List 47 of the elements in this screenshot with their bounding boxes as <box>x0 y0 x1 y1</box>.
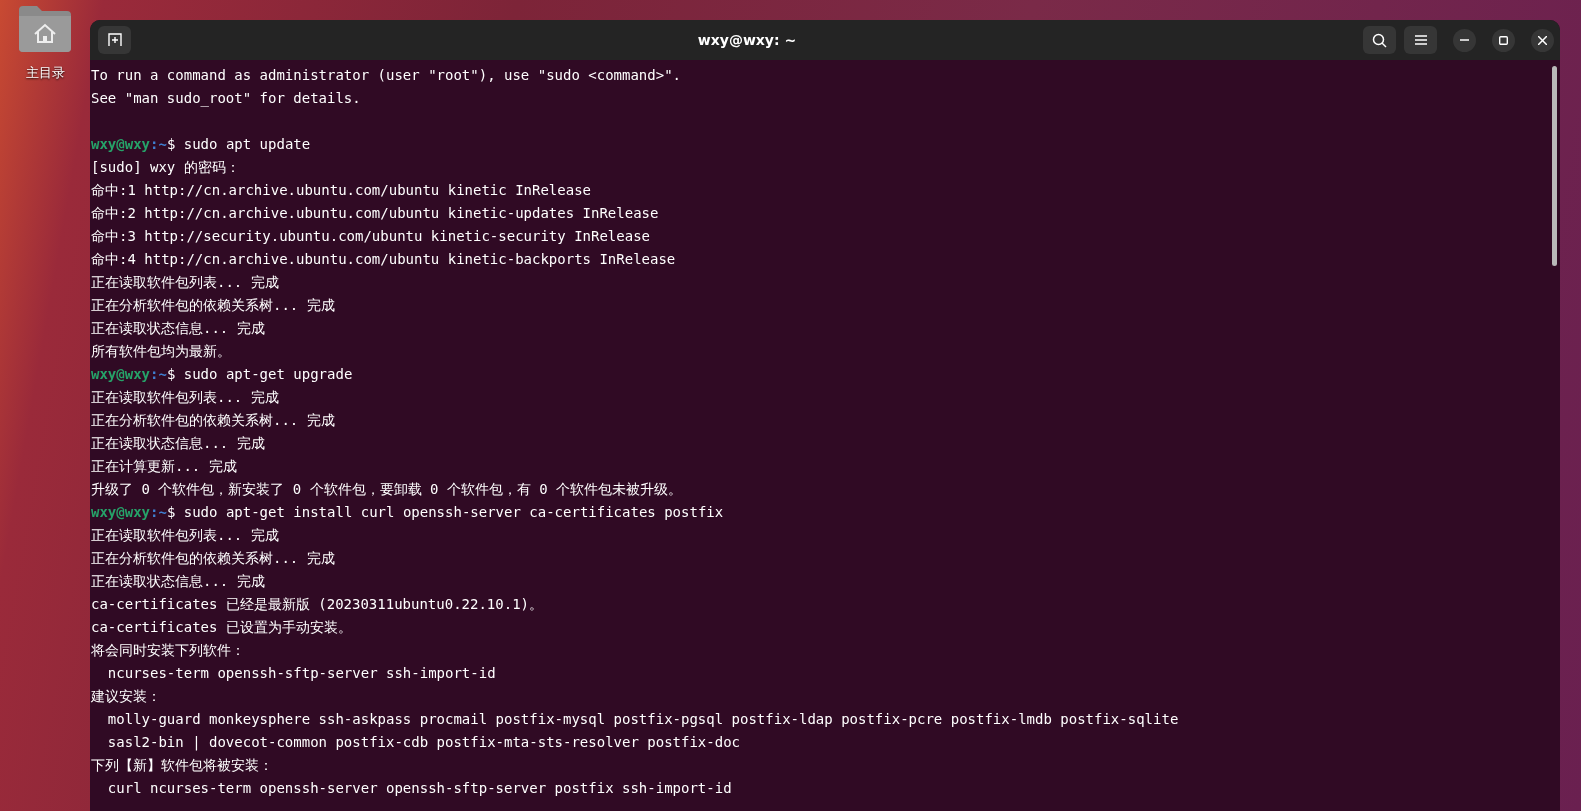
output-line: 正在分析软件包的依赖关系树... 完成 <box>91 411 336 430</box>
output-line: 正在读取状态信息... 完成 <box>91 572 266 591</box>
output-line: 建议安装： <box>91 687 162 706</box>
output-line: 命中:2 http://cn.archive.ubuntu.com/ubuntu kinetic-updates InRelease <box>91 204 660 223</box>
new-tab-button[interactable] <box>98 26 131 54</box>
home-folder-icon[interactable] <box>17 4 73 52</box>
maximize-button[interactable] <box>1492 28 1515 52</box>
output-line: ca-certificates 已经是最新版 (20230311ubuntu0.22.10.1)。 <box>91 595 544 614</box>
output-line: sasl2-bin | dovecot-common postfix-cdb postfix-mta-sts-resolver postfix-doc <box>106 733 741 753</box>
output-line: 命中:3 http://security.ubuntu.com/ubuntu kinetic-security InRelease <box>91 227 651 246</box>
menu-icon <box>1414 35 1427 45</box>
output-line: 命中:4 http://cn.archive.ubuntu.com/ubuntu kinetic-backports InRelease <box>91 250 677 269</box>
output-line: molly-guard monkeysphere ssh-askpass procmail postfix-mysql postfix-pgsql postfix-ldap postfix-pcre postfix-lmdb postfix-sqlite <box>106 710 1180 729</box>
output-line: See "man sudo_root" for details. <box>91 89 362 109</box>
output-line: 正在分析软件包的依赖关系树... 完成 <box>91 296 336 315</box>
output-line: 正在读取软件包列表... 完成 <box>91 526 280 545</box>
output-line: To run a command as administrator (user "root"), use "sudo <command>". <box>91 66 682 85</box>
output-line: 升级了 0 个软件包，新安装了 0 个软件包，要卸载 0 个软件包，有 0 个软件包未被升级。 <box>91 480 684 499</box>
minimize-button[interactable] <box>1453 28 1476 52</box>
output-line: 命中:1 http://cn.archive.ubuntu.com/ubuntu kinetic InRelease <box>91 181 592 200</box>
new-tab-icon <box>107 33 122 47</box>
output-line: 下列【新】软件包将被安装： <box>91 756 274 775</box>
output-line: 正在读取软件包列表... 完成 <box>91 273 280 292</box>
output-line: ncurses-term openssh-sftp-server ssh-import-id <box>106 664 497 683</box>
prompt-line: wxy@wxy:~$ sudo apt update <box>91 135 312 154</box>
output-line: 正在分析软件包的依赖关系树... 完成 <box>91 549 336 568</box>
output-line: curl ncurses-term openssh-server openssh-sftp-server postfix ssh-import-id <box>106 779 733 798</box>
output-line: 正在读取状态信息... 完成 <box>91 434 266 453</box>
output-line: 正在计算更新... 完成 <box>91 457 238 476</box>
output-line: [sudo] wxy 的密码： <box>91 158 241 177</box>
menu-button[interactable] <box>1404 26 1437 54</box>
prompt-line: wxy@wxy:~$ sudo apt-get install curl openssh-server ca-certificates postfix <box>91 503 725 522</box>
scrollbar-thumb[interactable] <box>1551 66 1557 266</box>
output-line: 正在读取软件包列表... 完成 <box>91 388 280 407</box>
search-button[interactable] <box>1363 26 1396 54</box>
output-line: ca-certificates 已设置为手动安装。 <box>91 618 353 637</box>
prompt-line: wxy@wxy:~$ sudo apt-get upgrade <box>91 365 354 384</box>
search-icon <box>1372 32 1387 48</box>
minimize-icon <box>1460 39 1469 41</box>
folder-label: 主目录 <box>25 64 65 82</box>
maximize-icon <box>1499 35 1508 45</box>
close-button[interactable] <box>1531 28 1554 52</box>
output-line: 将会同时安装下列软件： <box>91 641 246 660</box>
window-title: wxy@wxy: ~ <box>696 32 798 48</box>
output-line: 所有软件包均为最新。 <box>91 342 232 361</box>
close-icon <box>1538 35 1547 45</box>
output-line: 正在读取状态信息... 完成 <box>91 319 266 338</box>
